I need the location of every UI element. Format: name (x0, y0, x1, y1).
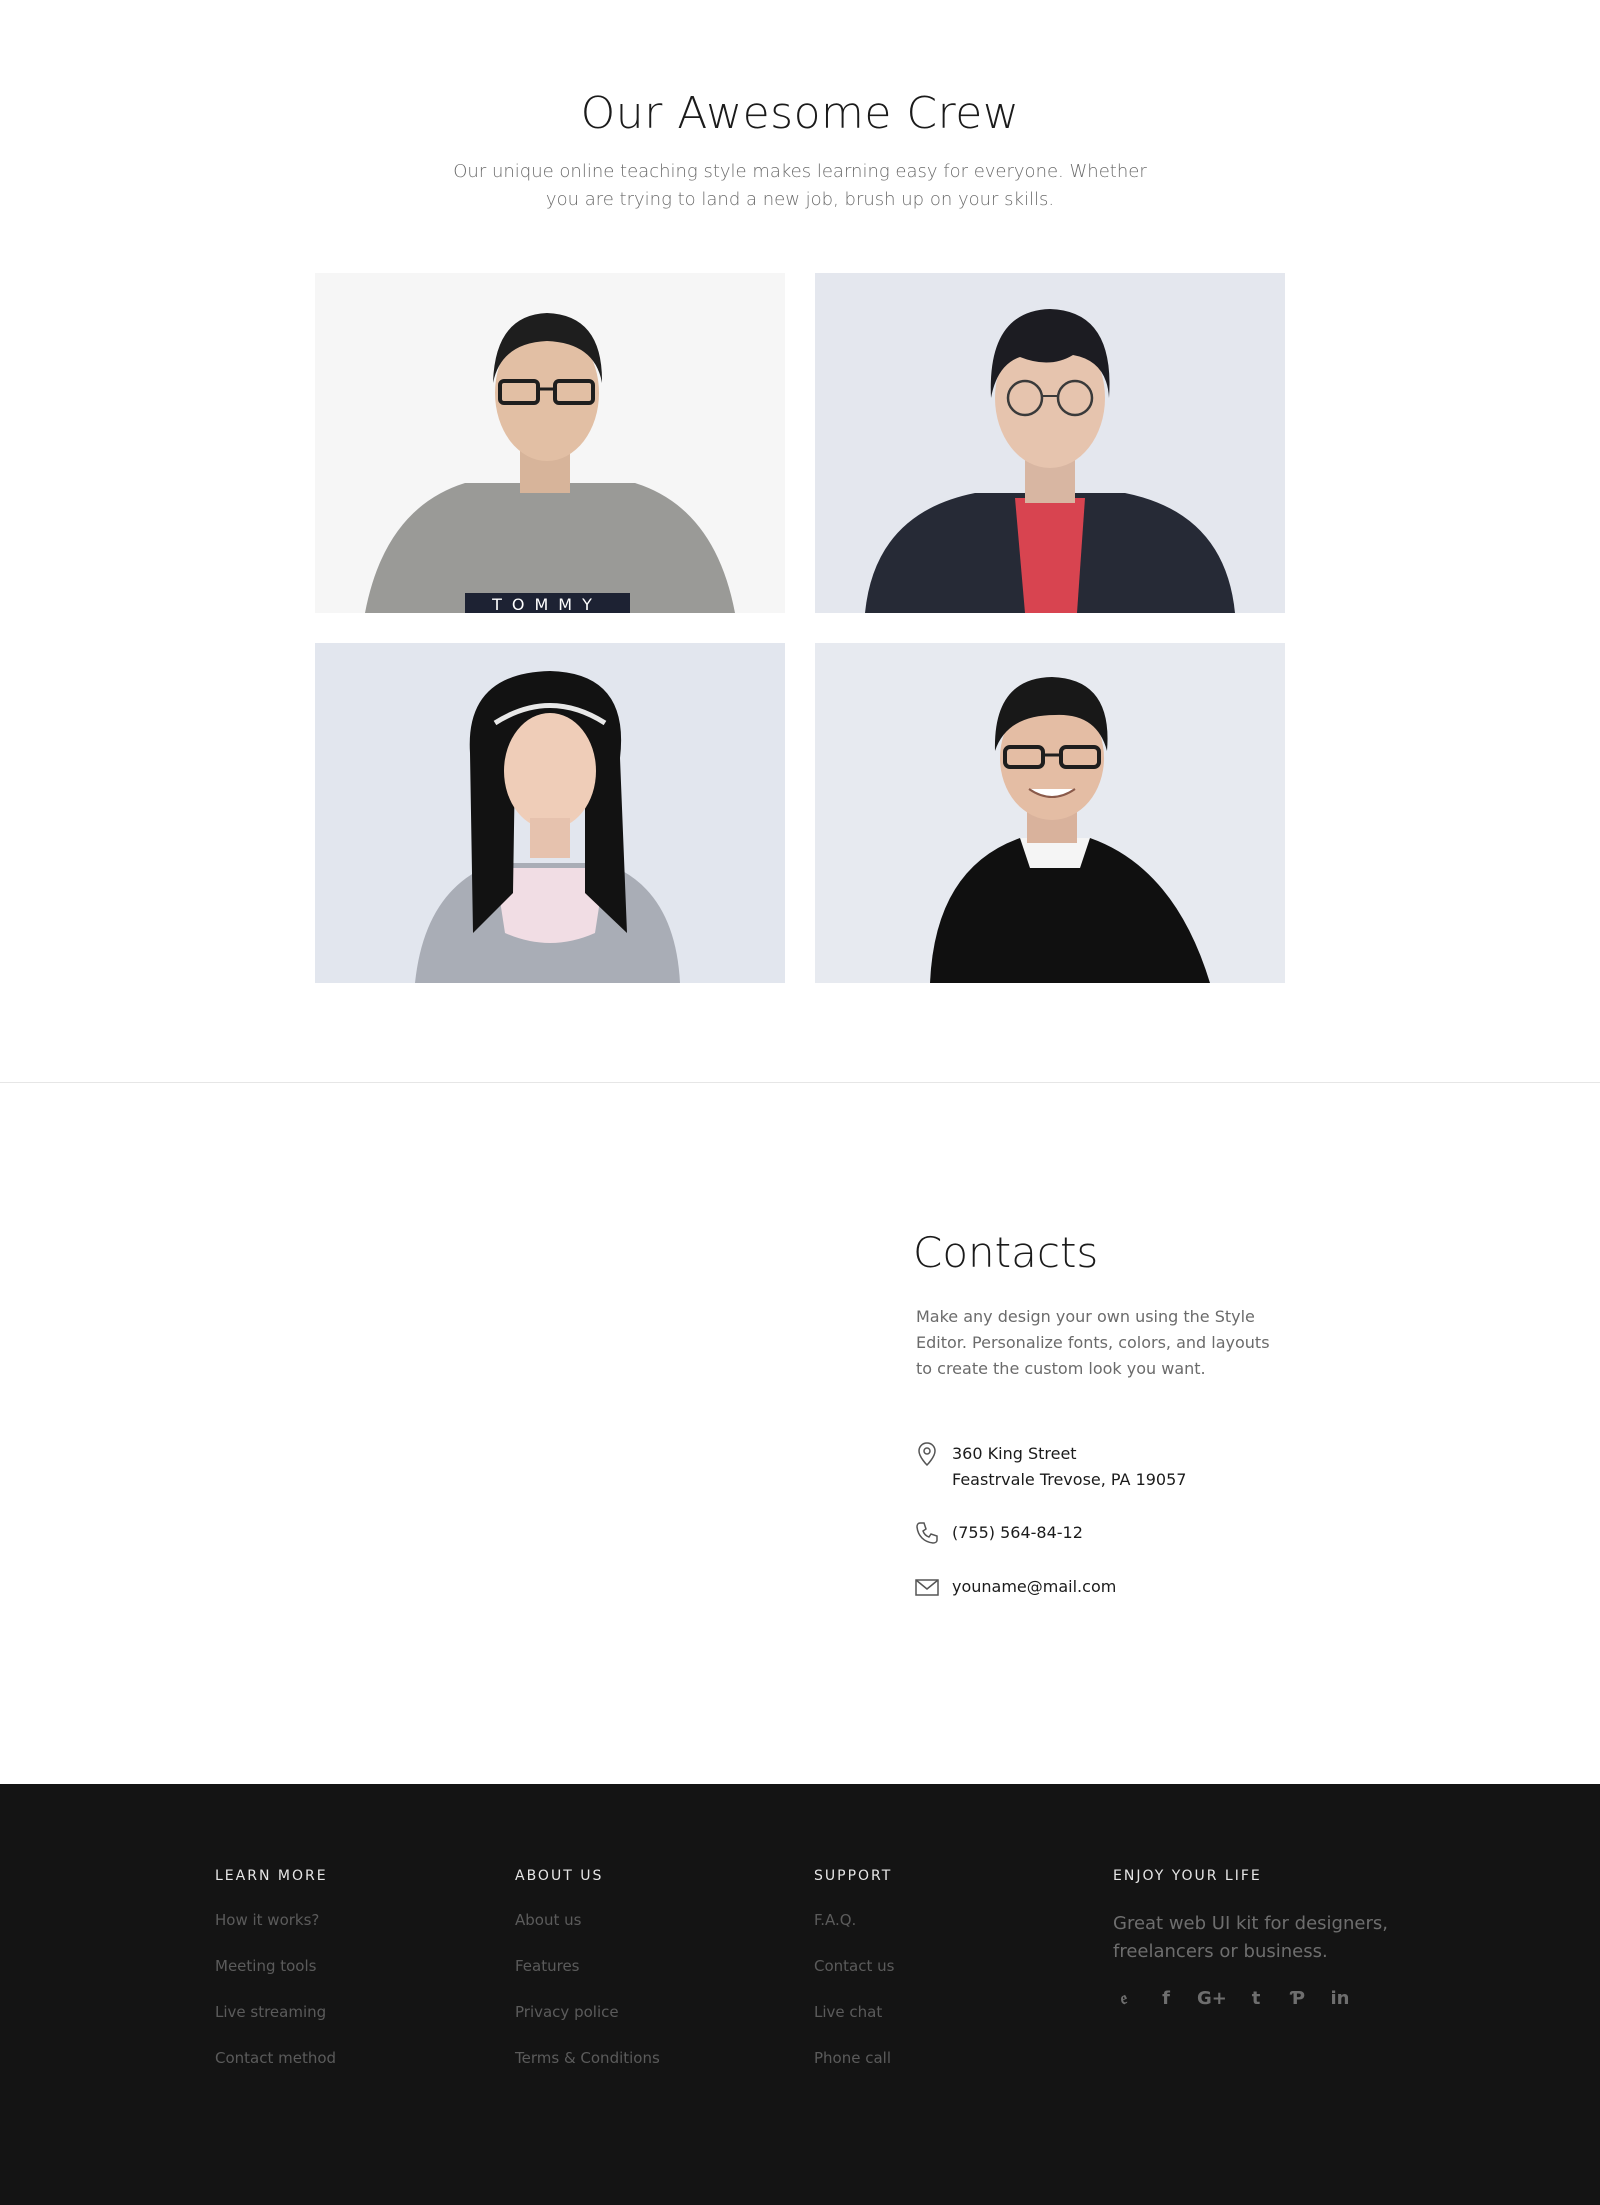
footer-link-live-streaming[interactable]: Live streaming (215, 2002, 336, 2023)
footer-link-live-chat[interactable]: Live chat (814, 2002, 894, 2023)
contact-email: youname@mail.com (914, 1574, 1116, 1600)
crew-subtitle: Our unique online teaching style makes l… (453, 161, 1147, 210)
tumblr-icon[interactable]: t (1245, 1988, 1267, 2009)
crew-section: Our Awesome Crew Our unique online teach… (0, 0, 1600, 1083)
footer-link-how-it-works[interactable]: How it works? (215, 1910, 336, 1931)
twitter-icon[interactable]: 𝔢 (1113, 1988, 1135, 2009)
social-links: 𝔢 f G+ t Ƥ in (1113, 1988, 1413, 2009)
address-line-2: Feastrvale Trevose, PA 19057 (952, 1470, 1187, 1489)
footer-column-about-us: ABOUT US About us Features Privacy polic… (515, 1868, 660, 2094)
address-line-1: 360 King Street (952, 1444, 1077, 1463)
footer-link-privacy-police[interactable]: Privacy police (515, 2002, 660, 2023)
footer-link-features[interactable]: Features (515, 1956, 660, 1977)
contact-address: 360 King Street Feastrvale Trevose, PA 1… (914, 1441, 1186, 1493)
facebook-icon[interactable]: f (1155, 1988, 1177, 2009)
footer-column-support: SUPPORT F.A.Q. Contact us Live chat Phon… (814, 1868, 894, 2094)
footer-column-learn-more: LEARN MORE How it works? Meeting tools L… (215, 1868, 336, 2094)
footer-tagline: Great web UI kit for designers, freelanc… (1113, 1913, 1388, 1962)
pinterest-icon[interactable]: Ƥ (1287, 1988, 1309, 2009)
footer-link-faq[interactable]: F.A.Q. (814, 1910, 894, 1931)
footer-heading-support: SUPPORT (814, 1868, 893, 1884)
crew-photo-4 (815, 643, 1285, 983)
contacts-description: Make any design your own using the Style… (916, 1307, 1270, 1378)
crew-title: Our Awesome Crew (580, 88, 1020, 139)
phone-icon (916, 1522, 938, 1544)
footer-column-enjoy-your-life: ENJOY YOUR LIFE Great web UI kit for des… (1113, 1868, 1413, 2009)
footer-link-contact-us[interactable]: Contact us (814, 1956, 894, 1977)
contact-phone: (755) 564-84-12 (914, 1520, 1083, 1546)
phone-number[interactable]: (755) 564-84-12 (952, 1520, 1083, 1546)
footer-link-phone-call[interactable]: Phone call (814, 2048, 894, 2069)
footer-heading-about-us: ABOUT US (515, 1868, 604, 1884)
crew-photo-1: TOMMY (315, 273, 785, 613)
footer-heading-enjoy-your-life: ENJOY YOUR LIFE (1113, 1868, 1262, 1884)
svg-text:TOMMY: TOMMY (491, 595, 602, 613)
footer: LEARN MORE How it works? Meeting tools L… (0, 1784, 1600, 2205)
footer-link-contact-method[interactable]: Contact method (215, 2048, 336, 2069)
footer-link-meeting-tools[interactable]: Meeting tools (215, 1956, 336, 1977)
footer-link-about-us[interactable]: About us (515, 1910, 660, 1931)
google-plus-icon[interactable]: G+ (1197, 1988, 1227, 2009)
contacts-title: Contacts (913, 1228, 1099, 1277)
linkedin-icon[interactable]: in (1329, 1988, 1351, 2009)
email-address[interactable]: youname@mail.com (952, 1574, 1116, 1600)
envelope-icon (915, 1579, 939, 1596)
location-pin-icon (918, 1442, 936, 1467)
crew-photo-3 (315, 643, 785, 983)
footer-link-terms-conditions[interactable]: Terms & Conditions (515, 2048, 660, 2069)
crew-photo-2 (815, 273, 1285, 613)
footer-heading-learn-more: LEARN MORE (215, 1868, 328, 1884)
